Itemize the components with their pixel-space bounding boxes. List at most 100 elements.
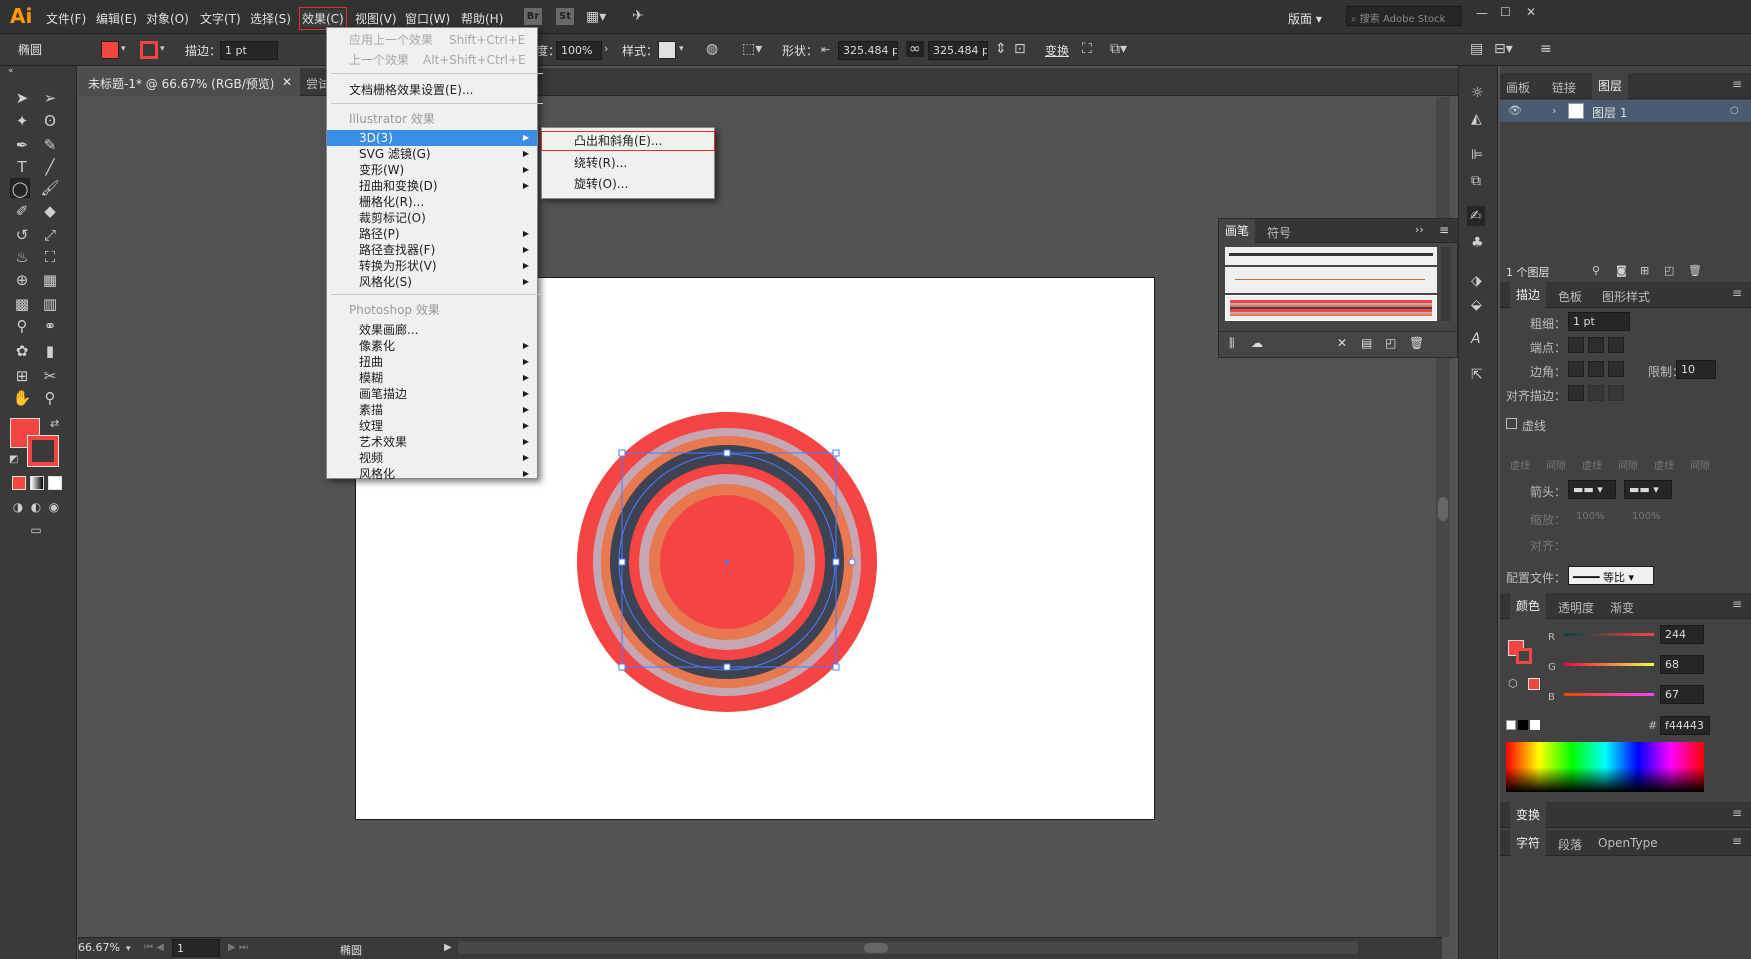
handle-right[interactable] xyxy=(832,558,840,566)
stroke-swatch[interactable] xyxy=(140,41,158,59)
effect-rasterize[interactable]: 栅格化(R)... xyxy=(327,194,537,210)
r-value[interactable]: 244 xyxy=(1660,625,1704,644)
menu-type[interactable]: 文字(T) xyxy=(200,10,241,27)
fill-swatch[interactable] xyxy=(101,41,119,59)
options-icon[interactable]: ▤ xyxy=(1361,336,1372,350)
layer-row[interactable]: 👁 › 图层 1 ○ xyxy=(1500,100,1751,122)
draw-behind-icon[interactable]: ◐ xyxy=(26,497,46,517)
tab-graphic-styles[interactable]: 图形样式 xyxy=(1602,288,1650,305)
b-value[interactable]: 67 xyxy=(1660,685,1704,704)
butt-cap-button[interactable] xyxy=(1568,337,1584,353)
start-arrowhead-select[interactable]: ▬▬ ▾ xyxy=(1568,480,1616,499)
rotate[interactable]: 旋转(O)... xyxy=(542,176,714,192)
scale-tool-icon[interactable]: ⤢ xyxy=(40,225,60,245)
column-graph-tool-icon[interactable]: ▮ xyxy=(40,341,60,361)
effect-warp[interactable]: 变形(W) ▶ xyxy=(327,162,537,178)
menu-object[interactable]: 对象(O) xyxy=(146,10,189,27)
round-join-button[interactable] xyxy=(1588,361,1604,377)
visibility-eye-icon[interactable]: 👁 xyxy=(1508,104,1522,118)
brush-calligraphic[interactable] xyxy=(1225,267,1437,293)
appearance-icon[interactable]: ◭ xyxy=(1471,112,1482,126)
draw-normal-icon[interactable]: ◑ xyxy=(8,497,28,517)
brush-charcoal[interactable] xyxy=(1225,247,1437,265)
brush-pattern-stripes[interactable] xyxy=(1225,295,1437,321)
collapse-icon[interactable]: « xyxy=(8,64,14,78)
scale-end-value[interactable]: 100% xyxy=(1632,511,1661,522)
tab-swatches[interactable]: 色板 xyxy=(1558,288,1582,305)
handle-top-left[interactable] xyxy=(618,449,626,457)
color-spectrum[interactable] xyxy=(1506,742,1704,792)
tab-stroke[interactable]: 描边 xyxy=(1510,282,1547,308)
direct-selection-tool-icon[interactable]: ➢ xyxy=(40,88,60,108)
miter-join-button[interactable] xyxy=(1568,361,1584,377)
hex-value[interactable]: f44443 xyxy=(1660,716,1710,735)
perspective-grid-tool-icon[interactable]: ▦ xyxy=(40,270,60,290)
menu-view[interactable]: 视图(V) xyxy=(355,10,397,27)
stock-search-input[interactable]: ⌕ 搜索 Adobe Stock xyxy=(1346,6,1462,26)
concentric-circles-artwork[interactable] xyxy=(575,410,880,715)
line-tool-icon[interactable]: ╱ xyxy=(40,157,60,177)
handle-bottom-left[interactable] xyxy=(618,663,626,671)
g-value[interactable]: 68 xyxy=(1660,655,1704,674)
gradient-tool-icon[interactable]: ▥ xyxy=(40,294,60,314)
extrude-bevel[interactable]: 凸出和斜角(E)... xyxy=(541,131,715,151)
scrollbar-thumb[interactable] xyxy=(864,943,888,953)
handle-bottom[interactable] xyxy=(723,663,731,671)
chevron-down-icon[interactable]: ▾ xyxy=(160,42,165,56)
arrange-documents-icon[interactable]: ▦▾ xyxy=(586,10,606,24)
tab-paragraph[interactable]: 段落 xyxy=(1558,836,1582,853)
ps-texture[interactable]: 纹理 ▶ xyxy=(327,418,537,434)
paintbrush-tool-icon[interactable]: 🖌 xyxy=(40,178,60,198)
tab-artboards[interactable]: 画板 xyxy=(1506,79,1530,96)
zoom-level[interactable]: 66.67% xyxy=(78,941,120,954)
isolate-icon[interactable]: ⛶ xyxy=(1082,42,1092,56)
stroke-color-swatch[interactable] xyxy=(27,435,59,467)
ellipse-tool-icon[interactable]: ◯ xyxy=(10,178,30,198)
next-artboard-icon[interactable]: ▶ ⏭ xyxy=(228,941,248,955)
opacity-field[interactable]: 100% xyxy=(556,41,602,60)
panel-options-icon[interactable]: ⊟▾ xyxy=(1494,42,1513,56)
locate-object-icon[interactable]: ⚲ xyxy=(1592,264,1600,278)
free-transform-tool-icon[interactable]: ⛶ xyxy=(40,247,60,267)
chevron-down-icon[interactable]: ▾ xyxy=(126,942,131,956)
brush-libraries-icon[interactable]: ⫼ xyxy=(1229,336,1235,351)
ps-distort[interactable]: 扭曲 ▶ xyxy=(327,354,537,370)
target-icon[interactable]: ○ xyxy=(1730,104,1739,118)
link-proportions-icon[interactable]: ∞ xyxy=(906,41,924,57)
default-colors-icon[interactable]: ◩ xyxy=(9,453,18,467)
warp-tool-icon[interactable]: ♨ xyxy=(12,247,32,267)
effect-crop-marks[interactable]: 裁剪标记(O) xyxy=(327,210,537,226)
close-icon[interactable]: ✕ xyxy=(1526,5,1536,19)
color-guide-icon[interactable]: ☼ xyxy=(1471,86,1484,100)
workspace-switcher[interactable]: 版面 ▾ xyxy=(1288,10,1322,27)
new-brush-icon[interactable]: ◰ xyxy=(1385,336,1396,350)
screen-mode-icon[interactable]: ▭ xyxy=(26,520,46,540)
ps-effect-gallery[interactable]: 效果画廊... xyxy=(327,322,537,338)
status-menu-icon[interactable]: ▶ xyxy=(444,941,452,955)
tab-links[interactable]: 链接 xyxy=(1552,79,1576,96)
chevron-down-icon[interactable]: ▾ xyxy=(121,42,126,56)
type-tool-icon[interactable]: T xyxy=(12,157,32,177)
first-artboard-icon[interactable]: ⏮ ◀ xyxy=(144,941,164,955)
align-center-button[interactable] xyxy=(1568,385,1584,401)
handle-top[interactable] xyxy=(723,449,731,457)
close-tab-icon[interactable]: ✕ xyxy=(282,75,292,89)
swap-colors-icon[interactable]: ⇄ xyxy=(50,417,59,431)
menu-icon[interactable]: ≡ xyxy=(1540,42,1552,56)
none-mode-icon[interactable] xyxy=(48,476,62,490)
effect-path[interactable]: 路径(P) ▶ xyxy=(327,226,537,242)
chevron-right-icon[interactable]: › xyxy=(604,42,608,56)
new-layer-icon[interactable]: ◰ xyxy=(1664,264,1674,278)
document-raster-effects-settings[interactable]: 文档栅格效果设置(E)... xyxy=(327,82,537,98)
draw-inside-icon[interactable]: ◉ xyxy=(44,497,64,517)
last-effect[interactable]: 上一个效果 Alt+Shift+Ctrl+E xyxy=(327,52,537,68)
tab-layers[interactable]: 图层 xyxy=(1592,73,1629,99)
align-icon[interactable]: ⬚▾ xyxy=(742,42,762,56)
remove-brush-stroke-icon[interactable]: ✕ xyxy=(1337,336,1347,350)
minimize-icon[interactable]: — xyxy=(1476,6,1488,20)
scrollbar-thumb[interactable] xyxy=(1438,497,1448,521)
handle-top-right[interactable] xyxy=(832,449,840,457)
brushes-icon[interactable]: ✍ xyxy=(1467,206,1485,226)
expand-icon[interactable]: ›› xyxy=(1415,223,1424,236)
slice-tool-icon[interactable]: ✂ xyxy=(40,366,60,386)
